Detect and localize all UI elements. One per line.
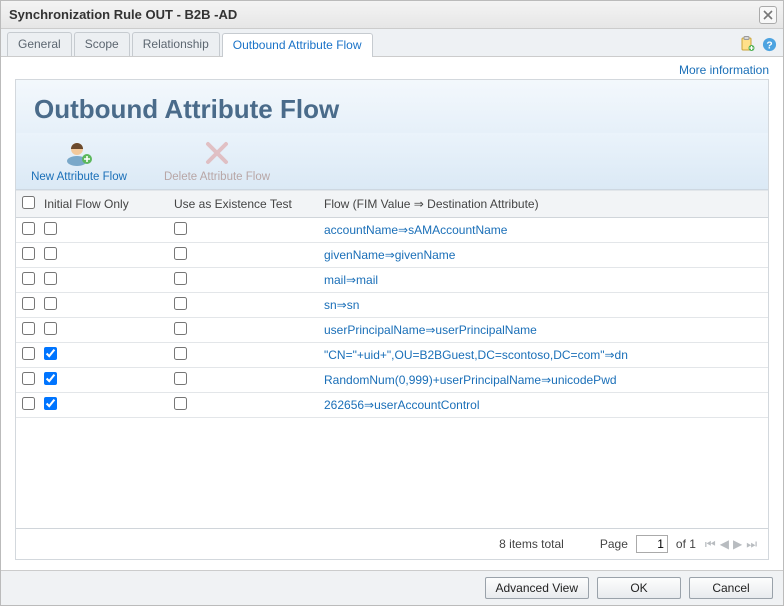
- pager-first-icon[interactable]: ⏮: [704, 537, 717, 552]
- initial-flow-only-checkbox[interactable]: [44, 222, 57, 235]
- existence-test-checkbox[interactable]: [174, 297, 187, 310]
- flow-mapping-link[interactable]: sn⇒sn: [324, 298, 762, 312]
- row-select-checkbox[interactable]: [22, 397, 35, 410]
- flow-mapping-link[interactable]: "CN="+uid+",OU=B2BGuest,DC=scontoso,DC=c…: [324, 348, 762, 362]
- existence-test-checkbox[interactable]: [174, 322, 187, 335]
- existence-test-checkbox[interactable]: [174, 272, 187, 285]
- flow-mapping-link[interactable]: mail⇒mail: [324, 273, 762, 287]
- tabstrip-right-icons: ?: [739, 36, 777, 56]
- advanced-view-button[interactable]: Advanced View: [485, 577, 590, 599]
- toolbar-label: Delete Attribute Flow: [164, 171, 270, 183]
- table-row[interactable]: mail⇒mail: [16, 268, 768, 293]
- content-area: Outbound Attribute Flow New Attribute Fl…: [1, 79, 783, 570]
- tabstrip: General Scope Relationship Outbound Attr…: [1, 29, 783, 57]
- table-row[interactable]: userPrincipalName⇒userPrincipalName: [16, 318, 768, 343]
- table-row[interactable]: accountName⇒sAMAccountName: [16, 218, 768, 243]
- row-select-checkbox[interactable]: [22, 247, 35, 260]
- dialog-window: Synchronization Rule OUT - B2B -AD Gener…: [0, 0, 784, 606]
- initial-flow-only-checkbox[interactable]: [44, 247, 57, 260]
- help-icon[interactable]: ?: [761, 36, 777, 52]
- new-attribute-flow-button[interactable]: New Attribute Flow: [24, 137, 134, 183]
- dialog-footer: Advanced View OK Cancel: [1, 570, 783, 605]
- existence-test-checkbox[interactable]: [174, 247, 187, 260]
- close-button[interactable]: [759, 6, 777, 24]
- col-header-flow[interactable]: Flow (FIM Value ⇒ Destination Attribute): [318, 191, 768, 218]
- col-header-existence-test[interactable]: Use as Existence Test: [168, 191, 318, 218]
- row-select-checkbox[interactable]: [22, 222, 35, 235]
- close-icon: [763, 10, 773, 20]
- pager-last-icon[interactable]: ⏭: [745, 537, 758, 552]
- toolbar: New Attribute Flow Delete Attribute Flow: [16, 133, 768, 190]
- titlebar: Synchronization Rule OUT - B2B -AD: [1, 1, 783, 29]
- user-add-icon: [63, 137, 95, 169]
- existence-test-checkbox[interactable]: [174, 397, 187, 410]
- initial-flow-only-checkbox[interactable]: [44, 397, 57, 410]
- row-select-checkbox[interactable]: [22, 322, 35, 335]
- col-header-select: [16, 191, 38, 218]
- flow-mapping-link[interactable]: 262656⇒userAccountControl: [324, 398, 762, 412]
- pager-nav: ⏮ ◀ ▶ ⏭: [704, 537, 758, 552]
- col-header-initial-flow-only[interactable]: Initial Flow Only: [38, 191, 168, 218]
- flow-mapping-link[interactable]: userPrincipalName⇒userPrincipalName: [324, 323, 762, 337]
- existence-test-checkbox[interactable]: [174, 222, 187, 235]
- pager-next-icon[interactable]: ▶: [732, 537, 743, 552]
- pager-total: 8 items total: [499, 537, 564, 551]
- row-select-checkbox[interactable]: [22, 297, 35, 310]
- pager-prev-icon[interactable]: ◀: [719, 537, 730, 552]
- heading-band: Outbound Attribute Flow: [16, 80, 768, 133]
- table-row[interactable]: sn⇒sn: [16, 293, 768, 318]
- existence-test-checkbox[interactable]: [174, 372, 187, 385]
- table-row[interactable]: 262656⇒userAccountControl: [16, 393, 768, 418]
- row-select-checkbox[interactable]: [22, 347, 35, 360]
- flow-mapping-link[interactable]: givenName⇒givenName: [324, 248, 762, 262]
- tab-outbound-attribute-flow[interactable]: Outbound Attribute Flow: [222, 33, 373, 57]
- flow-mapping-link[interactable]: RandomNum(0,999)+userPrincipalName⇒unico…: [324, 373, 762, 387]
- tab-relationship[interactable]: Relationship: [132, 32, 220, 56]
- delete-attribute-flow-button: Delete Attribute Flow: [162, 137, 272, 183]
- initial-flow-only-checkbox[interactable]: [44, 347, 57, 360]
- clipboard-add-icon[interactable]: [739, 36, 755, 52]
- pager: 8 items total Page of 1 ⏮ ◀ ▶ ⏭: [16, 528, 768, 559]
- attribute-flow-grid: Initial Flow Only Use as Existence Test …: [16, 190, 768, 528]
- table-row[interactable]: "CN="+uid+",OU=B2BGuest,DC=scontoso,DC=c…: [16, 343, 768, 368]
- cancel-button[interactable]: Cancel: [689, 577, 773, 599]
- page-title: Outbound Attribute Flow: [34, 94, 750, 125]
- attribute-flow-table: Initial Flow Only Use as Existence Test …: [16, 190, 768, 418]
- ok-button[interactable]: OK: [597, 577, 681, 599]
- initial-flow-only-checkbox[interactable]: [44, 322, 57, 335]
- more-information-link[interactable]: More information: [679, 63, 769, 77]
- pager-of-label: of 1: [676, 537, 696, 551]
- initial-flow-only-checkbox[interactable]: [44, 297, 57, 310]
- existence-test-checkbox[interactable]: [174, 347, 187, 360]
- tab-scope[interactable]: Scope: [74, 32, 130, 56]
- initial-flow-only-checkbox[interactable]: [44, 272, 57, 285]
- table-row[interactable]: RandomNum(0,999)+userPrincipalName⇒unico…: [16, 368, 768, 393]
- flow-mapping-link[interactable]: accountName⇒sAMAccountName: [324, 223, 762, 237]
- initial-flow-only-checkbox[interactable]: [44, 372, 57, 385]
- svg-text:?: ?: [766, 40, 772, 51]
- table-row[interactable]: givenName⇒givenName: [16, 243, 768, 268]
- select-all-checkbox[interactable]: [22, 196, 35, 209]
- window-title: Synchronization Rule OUT - B2B -AD: [9, 7, 237, 22]
- row-select-checkbox[interactable]: [22, 272, 35, 285]
- inner-panel: Outbound Attribute Flow New Attribute Fl…: [15, 79, 769, 560]
- pager-page-label: Page: [600, 537, 628, 551]
- tab-general[interactable]: General: [7, 32, 72, 56]
- pager-page-input[interactable]: [636, 535, 668, 553]
- row-select-checkbox[interactable]: [22, 372, 35, 385]
- delete-x-icon: [201, 137, 233, 169]
- toolbar-label: New Attribute Flow: [31, 171, 127, 183]
- more-info-row: More information: [1, 57, 783, 79]
